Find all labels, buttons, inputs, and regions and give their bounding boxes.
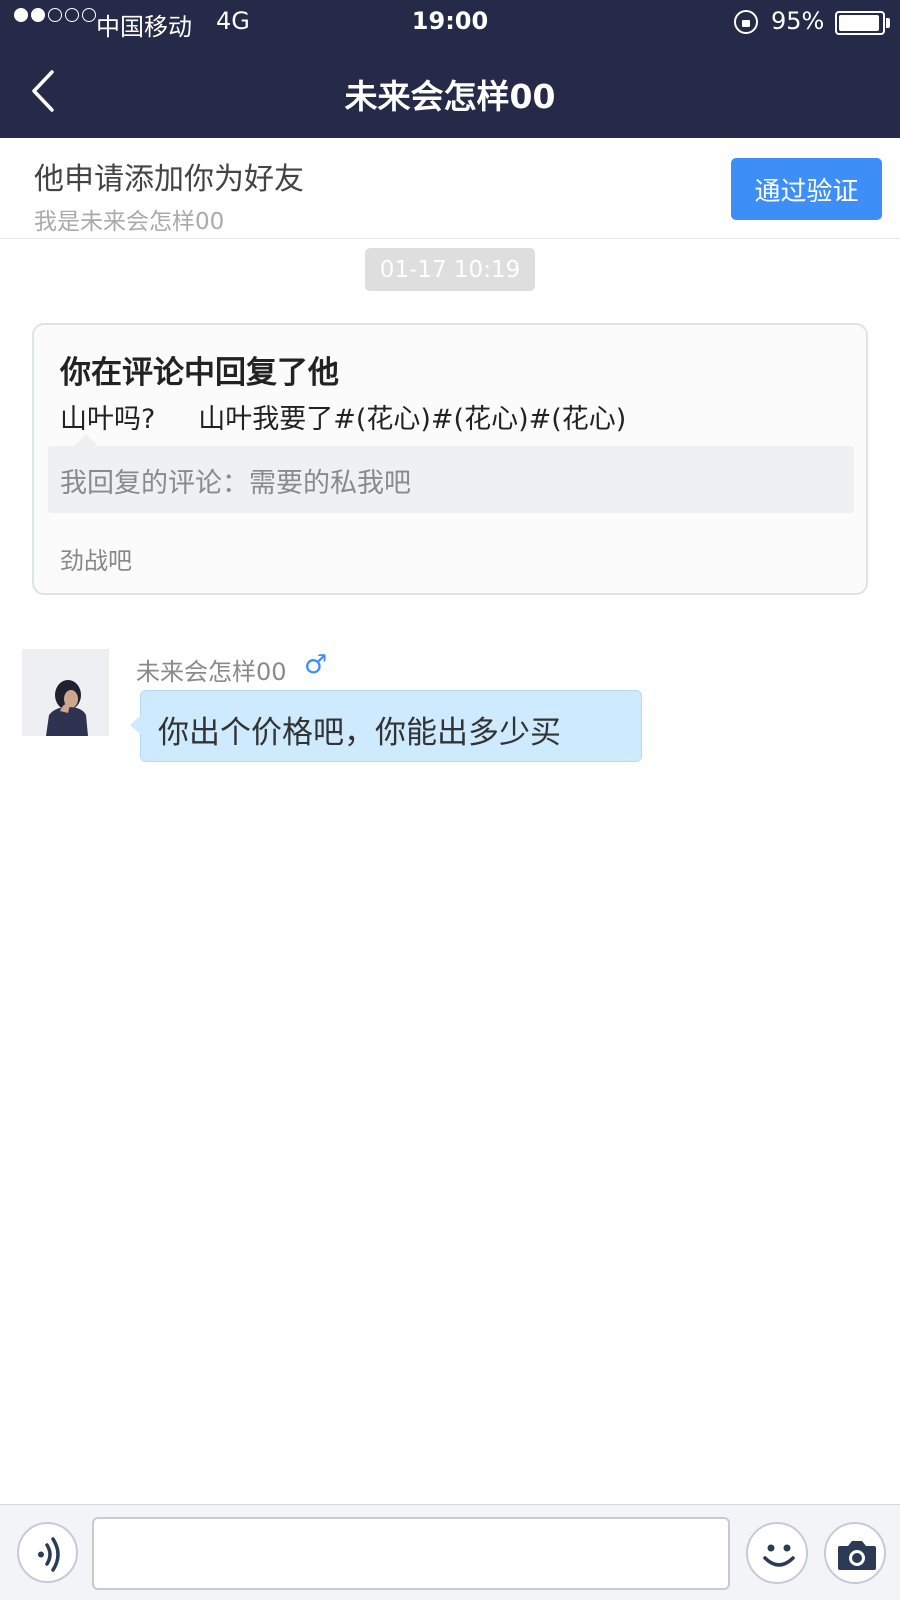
input-toolbar — [0, 1504, 900, 1600]
message-text: 你出个价格吧，你能出多少买 — [158, 715, 561, 751]
battery-level — [839, 15, 879, 31]
comment-reply-card[interactable]: 你在评论中回复了他 山叶吗? 山叶我要了#(花心)#(花心)#(花心) 我回复的… — [32, 323, 868, 595]
battery-tip — [886, 18, 890, 28]
emoji-button[interactable] — [746, 1522, 808, 1584]
avatar[interactable] — [22, 649, 109, 736]
emoji-icon — [763, 1544, 795, 1567]
voice-button[interactable] — [17, 1522, 78, 1583]
accept-verification-button[interactable]: 通过验证 — [731, 158, 882, 220]
message-timestamp: 01-17 10:19 — [365, 248, 535, 291]
card-reply-text: 山叶吗? 山叶我要了#(花心)#(花心)#(花心) — [60, 404, 627, 435]
battery-icon — [835, 11, 885, 35]
camera-icon — [838, 1541, 876, 1570]
voice-icon — [38, 1537, 60, 1572]
message-input[interactable] — [92, 1517, 730, 1590]
status-bar: 中国移动 4G 19:00 95% — [0, 0, 900, 46]
friend-request-banner: 他申请添加你为好友 我是未来会怎样00 通过验证 — [0, 138, 900, 239]
page-title: 未来会怎样00 — [344, 77, 556, 116]
message-bubble[interactable]: 你出个价格吧，你能出多少买 — [130, 690, 642, 762]
avatar-image — [22, 649, 109, 736]
card-title: 你在评论中回复了他 — [60, 355, 339, 391]
friend-request-title: 他申请添加你为好友 — [34, 162, 304, 197]
rotation-lock-icon — [734, 10, 758, 34]
male-gender-icon: ♂ — [304, 650, 328, 680]
quoted-comment: 我回复的评论：需要的私我吧 — [48, 434, 854, 513]
status-time: 19:00 — [411, 7, 489, 35]
sender-name[interactable]: 未来会怎样00 — [136, 652, 287, 687]
card-forum-name[interactable]: 劲战吧 — [60, 541, 132, 576]
battery-percent: 95% — [771, 7, 825, 35]
quoted-comment-text: 我回复的评论：需要的私我吧 — [60, 468, 411, 499]
friend-request-message: 我是未来会怎样00 — [34, 209, 225, 235]
camera-button[interactable] — [824, 1522, 886, 1584]
app-header: 中国移动 4G 19:00 95% 未来会怎样00 — [0, 0, 900, 138]
